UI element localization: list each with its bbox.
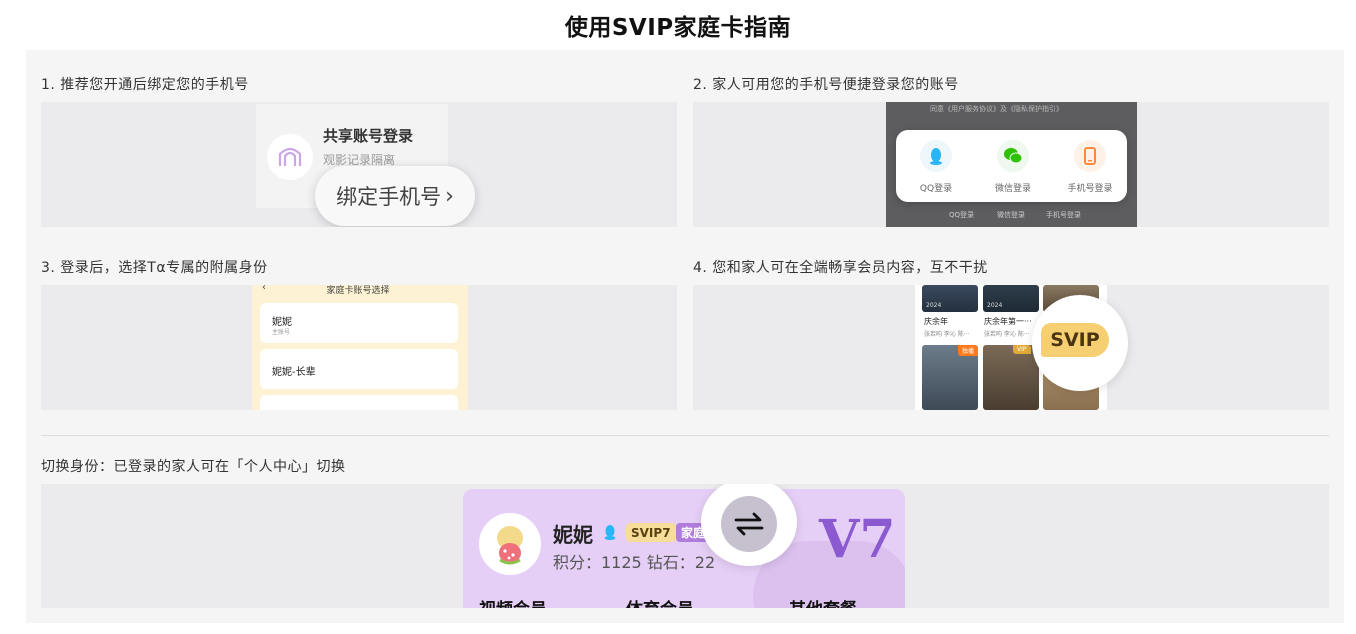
phone-login-option[interactable]: 手机号登录 [1055, 140, 1125, 194]
step-4-title: 4. 您和家人可在全端畅享会员内容，互不干扰 [693, 260, 988, 276]
step-2-frame: 同意《用户服务协议》及《隐私保护指引》 QQ登录 微信登录 手机号登录 QQ登录… [693, 102, 1329, 227]
poster-1[interactable]: 2024 [922, 285, 978, 312]
phone-login-label: 手机号登录 [1067, 184, 1113, 194]
account-item-main[interactable]: 妮妮 主账号 [260, 303, 458, 343]
exclusive-tag: 独播 [957, 345, 978, 356]
poster-cast: 张若昀 李沁 陈··· [924, 331, 970, 338]
wechat-login-label: 微信登录 [994, 184, 1031, 194]
svip-level-badge: SVIP7 [626, 523, 676, 542]
login-options-menu: QQ登录 微信登录 手机号登录 [896, 130, 1127, 202]
switch-frame: 妮妮 SVIP7 家庭 积分：1125 钻石：22 V7 视频会员 体育会员 其… [41, 484, 1329, 608]
qq-icon [920, 140, 952, 172]
points-diamonds: 积分：1125 钻石：22 [553, 553, 716, 572]
bottom-qq-label: QQ登录 [949, 211, 975, 219]
vip-tag: VIP [1013, 345, 1031, 354]
qq-login-label: QQ登录 [919, 184, 953, 194]
wechat-login-option[interactable]: 微信登录 [978, 140, 1048, 194]
account-item-name: 妮妮-长辈 [272, 367, 316, 378]
qq-icon [603, 524, 617, 544]
category-sports[interactable]: 体育会员 [626, 595, 694, 608]
account-item-more[interactable] [260, 395, 458, 410]
account-item-sub: 主账号 [272, 329, 291, 336]
chevron-right-icon: › [445, 183, 454, 209]
poster-5[interactable]: VIP [983, 345, 1039, 410]
category-video[interactable]: 视频会员 [479, 595, 547, 608]
phone-icon [1074, 140, 1106, 172]
step-4-frame: 2024 2024 庆余年 张若昀 李沁 陈··· 庆余年第一··· 张若昀 李… [693, 285, 1329, 410]
bottom-wechat-label: 微信登录 [997, 211, 1025, 219]
step-1-frame: 共享账号登录 观影记录隔离 绑定手机号 › [41, 102, 677, 227]
section-divider [41, 435, 1329, 436]
wechat-icon [997, 140, 1029, 172]
agreement-text: 同意《用户服务协议》及《隐私保护指引》 [930, 105, 1063, 113]
shared-account-title: 共享账号登录 [323, 127, 414, 145]
svip-badge: SVIP [1041, 323, 1109, 357]
poster-2[interactable]: 2024 [983, 285, 1039, 312]
qq-login-option[interactable]: QQ登录 [901, 140, 971, 194]
step-1-title: 1. 推荐您开通后绑定您的手机号 [41, 77, 249, 93]
step-3-frame: ‹ 家庭卡账号选择 妮妮 主账号 妮妮-长辈 [41, 285, 677, 410]
shared-account-icon [267, 134, 313, 180]
avatar[interactable] [479, 513, 541, 575]
step-3-title: 3. 登录后，选择Tα专属的附属身份 [41, 260, 268, 276]
poster-cast: 张若昀 李沁 陈··· [984, 331, 1030, 338]
account-select-header: 家庭卡账号选择 [326, 286, 390, 296]
poster-year: 2024 [926, 302, 942, 309]
poster-4[interactable]: 独播 [922, 345, 978, 410]
poster-title: 庆余年第一··· [984, 317, 1032, 326]
poster-title: 庆余年 [924, 317, 948, 326]
bottom-phone-label: 手机号登录 [1046, 211, 1081, 219]
page-title: 使用SVIP家庭卡指南 [564, 15, 792, 41]
profile-name: 妮妮 [553, 523, 593, 547]
step-2-title: 2. 家人可用您的手机号便捷登录您的账号 [693, 77, 959, 93]
vip-level: V7 [819, 509, 896, 570]
bind-phone-button[interactable]: 绑定手机号 › [315, 166, 475, 226]
account-item-elder[interactable]: 妮妮-长辈 [260, 349, 458, 389]
profile-card: 妮妮 SVIP7 家庭 积分：1125 钻石：22 V7 视频会员 体育会员 其… [463, 489, 905, 608]
poster-year: 2024 [987, 302, 1003, 309]
switch-section-title: 切换身份：已登录的家人可在「个人中心」切换 [41, 459, 346, 475]
category-other[interactable]: 其他套餐 [789, 595, 857, 608]
swap-arrows-icon [721, 496, 777, 552]
account-item-name: 妮妮 [272, 317, 292, 328]
bind-phone-label: 绑定手机号 [336, 185, 442, 209]
